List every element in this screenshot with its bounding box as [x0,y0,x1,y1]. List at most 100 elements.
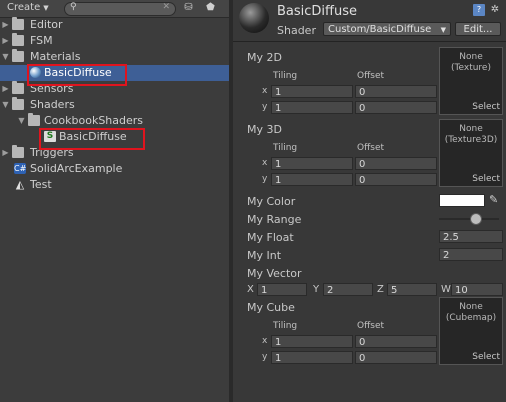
cube-texture-none: None (Cubemap) [445,302,497,323]
tree-item-label: SolidArcExample [30,162,123,175]
tree-item-test[interactable]: ◭ Test [0,177,229,193]
folder-icon [28,113,40,126]
filter-by-label-icon[interactable]: ⬟ [204,2,217,14]
search-input[interactable]: ⚲ ✕ [64,2,176,16]
search-icon: ⚲ [70,2,77,12]
vector-y-label: Y [313,284,320,295]
my2d-x-label: x [262,86,268,96]
tree-item-shaders[interactable]: ▼ Shaders [0,97,229,113]
my3d-select-button[interactable]: Select [472,174,500,184]
my3d-offset-label: Offset [357,143,385,153]
my-range-slider-thumb[interactable] [470,213,482,225]
my-color-swatch[interactable] [439,194,485,207]
my2d-y-label: y [262,102,268,112]
vector-z-field[interactable]: 5 [387,283,437,296]
my2d-select-button[interactable]: Select [472,102,500,112]
chevron-down-icon: ▼ [440,26,446,34]
gear-icon[interactable]: ✲ [489,4,501,16]
shader-value: Custom/BasicDiffuse [328,24,432,35]
project-panel: Create ▼ ⚲ ✕ ⛁ ⬟ ▶ Editor ▶ FSM ▼ Materia… [0,0,229,402]
tree-item-label: Materials [30,50,81,63]
highlight-box-material [27,64,127,86]
folder-icon [12,33,24,46]
cube-offset-label: Offset [357,321,385,331]
vector-w-field[interactable]: 10 [451,283,503,296]
highlight-box-shader [39,128,145,150]
my2d-tiling-label: Tiling [273,71,298,81]
cube-x-label: x [262,336,268,346]
my2d-tiling-y-field[interactable]: 1 [271,101,353,114]
inspector-panel: BasicDiffuse ? ✲ Shader Custom/BasicDiff… [233,0,506,402]
my3d-texture-slot[interactable]: None (Texture3D) Select [439,119,503,187]
my-range-slider[interactable] [439,218,499,220]
my-float-field[interactable]: 2.5 [439,230,503,243]
my2d-tiling-x-field[interactable]: 1 [271,85,353,98]
my-color-label: My Color [247,195,296,208]
collapse-arrow-icon[interactable]: ▼ [1,49,10,65]
cube-select-button[interactable]: Select [472,352,500,362]
clear-search-icon[interactable]: ✕ [162,2,170,12]
shader-dropdown[interactable]: Custom/BasicDiffuse ▼ [323,22,451,36]
tree-item-label: Test [30,178,52,191]
folder-icon [12,17,24,30]
my2d-offset-y-field[interactable]: 0 [355,101,437,114]
my3d-y-label: y [262,174,268,184]
my3d-offset-y-field[interactable]: 0 [355,173,437,186]
material-title: BasicDiffuse [277,4,358,19]
eyedropper-icon[interactable]: ✎ [489,193,498,206]
expand-arrow-icon[interactable]: ▶ [1,17,10,33]
folder-icon [12,145,24,158]
my-int-field[interactable]: 2 [439,248,503,261]
shader-label: Shader [277,24,316,37]
tree-item-solidarcexample[interactable]: C# SolidArcExample [0,161,229,177]
cube-offset-y-field[interactable]: 0 [355,351,437,364]
folder-icon [12,81,24,94]
my3d-tiling-y-field[interactable]: 1 [271,173,353,186]
expand-arrow-icon[interactable]: ▶ [1,81,10,97]
vector-z-label: Z [377,284,384,295]
my3d-label: My 3D [247,123,282,136]
filter-by-type-icon[interactable]: ⛁ [182,2,195,14]
my-range-label: My Range [247,213,302,226]
create-button[interactable]: Create ▼ [3,1,53,15]
project-toolbar: Create ▼ ⚲ ✕ ⛁ ⬟ [0,0,229,18]
chevron-down-icon: ▼ [43,4,49,12]
cube-y-label: y [262,352,268,362]
tree-item-materials[interactable]: ▼ Materials [0,49,229,65]
folder-icon [12,49,24,62]
vector-y-field[interactable]: 2 [323,283,373,296]
my2d-texture-slot[interactable]: None (Texture) Select [439,47,503,115]
project-tree: ▶ Editor ▶ FSM ▼ Materials BasicDiffuse … [0,17,229,193]
my3d-offset-x-field[interactable]: 0 [355,157,437,170]
cube-offset-x-field[interactable]: 0 [355,335,437,348]
tree-item-cookbookshaders[interactable]: ▼ CookbookShaders [0,113,229,129]
cube-tiling-y-field[interactable]: 1 [271,351,353,364]
help-book-icon[interactable]: ? [473,4,485,16]
tree-item-label: Shaders [30,98,75,111]
csharp-script-icon: C# [14,163,27,174]
expand-arrow-icon[interactable]: ▶ [1,145,10,161]
my2d-texture-none: None (Texture) [451,52,491,73]
my3d-tiling-x-field[interactable]: 1 [271,157,353,170]
my-cube-label: My Cube [247,301,295,314]
tree-item-fsm[interactable]: ▶ FSM [0,33,229,49]
header-divider [233,41,506,42]
collapse-arrow-icon[interactable]: ▼ [1,97,10,113]
unity-scene-icon: ◭ [15,178,25,191]
cube-tiling-x-field[interactable]: 1 [271,335,353,348]
my2d-offset-x-field[interactable]: 0 [355,85,437,98]
cube-tiling-label: Tiling [273,321,298,331]
my3d-texture-none: None (Texture3D) [444,124,498,145]
collapse-arrow-icon[interactable]: ▼ [17,113,26,129]
tree-item-editor[interactable]: ▶ Editor [0,17,229,33]
my3d-x-label: x [262,158,268,168]
my2d-label: My 2D [247,51,282,64]
material-preview-icon [239,3,269,33]
vector-x-field[interactable]: 1 [257,283,307,296]
tree-item-label: CookbookShaders [44,114,144,127]
create-label: Create [7,2,41,13]
cube-texture-slot[interactable]: None (Cubemap) Select [439,297,503,365]
expand-arrow-icon[interactable]: ▶ [1,33,10,49]
edit-shader-button[interactable]: Edit... [455,22,501,36]
my3d-tiling-label: Tiling [273,143,298,153]
